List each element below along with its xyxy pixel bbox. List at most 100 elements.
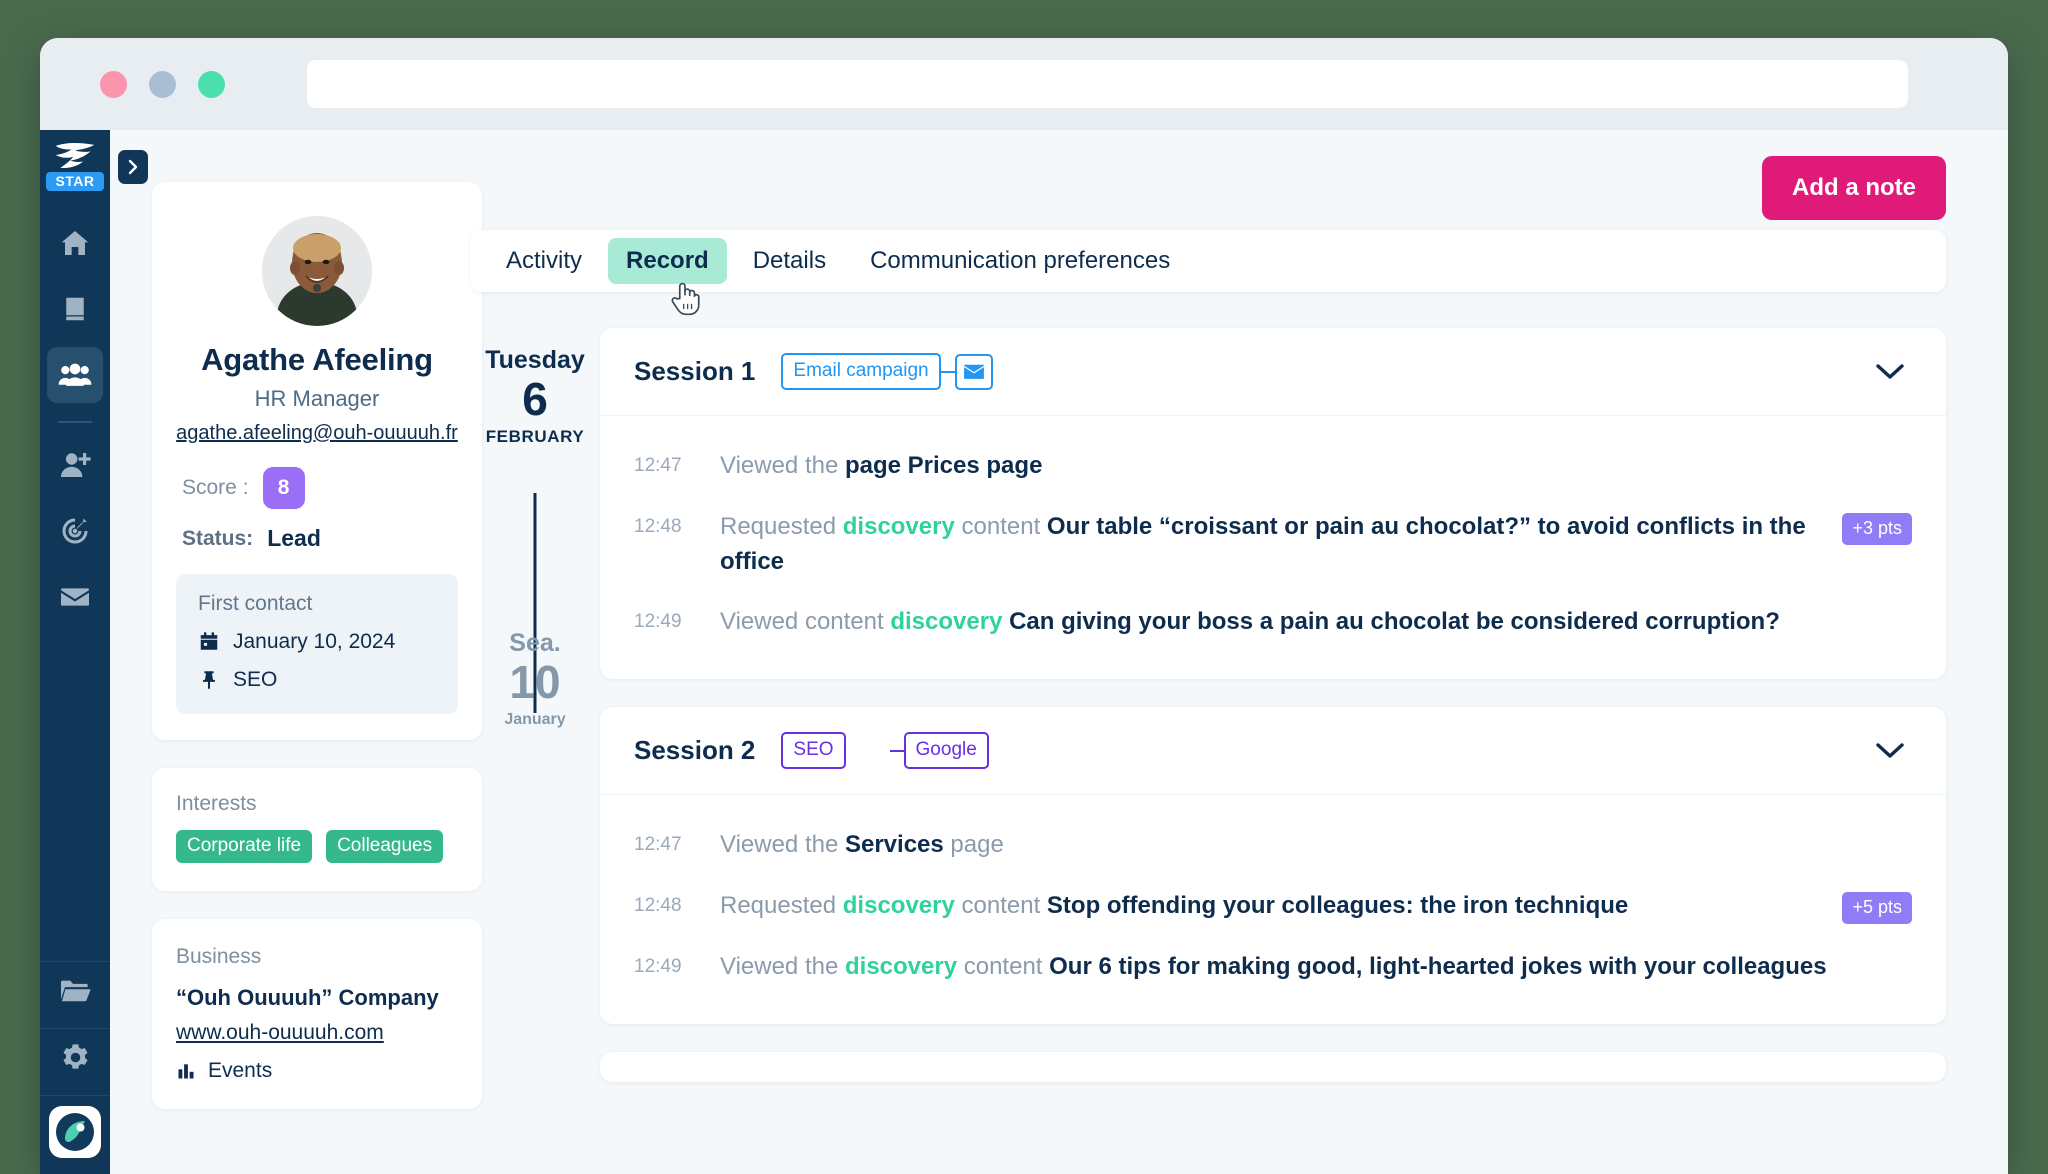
session-source-chip[interactable]: SEO <box>781 732 846 770</box>
session-header: Session 2 SEO Google <box>600 707 1946 796</box>
event-time: 12:47 <box>634 834 682 856</box>
event-text-part: discovery <box>842 512 955 540</box>
timeline-weekday: Tuesday <box>485 346 585 374</box>
first-contact-source-row: SEO <box>198 668 436 692</box>
sessions-list: Session 1 Email campaign 12:47 Viewed th… <box>600 328 1946 1174</box>
timeline-day: 10 <box>509 656 561 709</box>
event-text: Requested discovery content Our table “c… <box>720 510 1824 580</box>
timeline-weekday: Sea. <box>509 629 561 658</box>
event-row: 12:47 Viewed the Services page <box>634 815 1912 876</box>
address-bar[interactable] <box>307 60 1908 108</box>
session-source-group: SEO Google <box>781 732 989 770</box>
close-window-button[interactable] <box>100 70 127 98</box>
session-expand-toggle[interactable] <box>1868 729 1912 773</box>
timeline-date: Sea. 10 January <box>470 629 600 728</box>
event-text-part: Stop offending your colleagues: the iron… <box>1046 891 1629 919</box>
session-expand-toggle[interactable] <box>1868 350 1912 394</box>
profile-email-link[interactable]: agathe.afeeling@ouh-ouuuuh.fr <box>176 422 458 445</box>
event-time: 12:49 <box>634 955 682 977</box>
maximize-window-button[interactable] <box>198 70 225 98</box>
event-text-part: Viewed the <box>720 452 845 479</box>
first-contact-date: January 10, 2024 <box>233 630 396 653</box>
session-card-partial[interactable] <box>600 1051 1946 1082</box>
business-sector-row: Events <box>176 1059 458 1083</box>
event-text: Viewed content discovery Can giving your… <box>720 605 1912 640</box>
chart-icon <box>178 1064 194 1079</box>
avatar-photo <box>262 216 372 326</box>
status-label: Status: <box>182 526 254 550</box>
contacts-icon <box>58 363 92 386</box>
status-row: Status: Lead <box>176 525 458 552</box>
first-contact-date-row: January 10, 2024 <box>198 630 436 654</box>
tab-record[interactable]: Record <box>608 238 727 284</box>
avatar <box>262 216 372 326</box>
timeline-month: January <box>504 710 566 728</box>
status-value: Lead <box>267 525 321 551</box>
event-text-part: page Prices page <box>844 452 1043 479</box>
record-column: Add a note Activity Record Details Commu… <box>440 130 2008 1174</box>
chevron-right-icon <box>128 159 137 175</box>
business-sector: Events <box>208 1059 273 1082</box>
event-points-badge: +5 pts <box>1842 891 1912 924</box>
event-text-part: discovery <box>842 891 955 919</box>
session-source-chip[interactable]: Email campaign <box>781 353 941 390</box>
interest-tag[interactable]: Corporate life <box>176 830 313 863</box>
sidebar-item-add-contact[interactable] <box>47 437 103 493</box>
session-channel-chip[interactable]: Google <box>903 732 989 770</box>
score-row: Score : 8 <box>176 467 458 509</box>
sidebar-item-library[interactable] <box>47 281 103 337</box>
app-logo[interactable]: STAR <box>46 140 104 191</box>
app-body: STAR Agathe Afeeling HR Manager agathe.a… <box>40 130 2008 1174</box>
tab-communication-preferences[interactable]: Communication preferences <box>852 238 1188 284</box>
target-icon <box>62 518 88 544</box>
event-text-part: Services <box>844 831 944 859</box>
sidebar-divider <box>58 421 92 423</box>
event-row: 12:49 Viewed the discovery content Our 6… <box>634 937 1912 998</box>
event-row: 12:48 Requested discovery content Our ta… <box>634 497 1912 593</box>
event-text: Viewed the page Prices page <box>720 449 1912 484</box>
logo-bird-icon <box>55 142 95 169</box>
business-website-link[interactable]: www.ouh-ouuuuh.com <box>176 1021 384 1045</box>
profile-card: Agathe Afeeling HR Manager agathe.afeeli… <box>152 182 482 740</box>
envelope-icon <box>963 364 984 379</box>
home-icon <box>61 231 89 255</box>
tab-details[interactable]: Details <box>735 238 844 284</box>
sidebar-item-settings[interactable] <box>47 1029 103 1085</box>
session-source-group: Email campaign <box>781 353 993 390</box>
tab-activity[interactable]: Activity <box>488 238 600 284</box>
event-row: 12:48 Requested discovery content Stop o… <box>634 876 1912 937</box>
avatar-logo-icon <box>56 1113 94 1151</box>
interests-card: Interests Corporate life Colleagues <box>152 768 482 891</box>
event-text-part: content <box>954 512 1047 540</box>
event-text-part: discovery <box>890 608 1003 636</box>
sidebar-rail: STAR <box>40 130 148 1174</box>
status-badge: 8 <box>262 467 305 509</box>
sidebar-item-home[interactable] <box>47 215 103 271</box>
event-text-part: content <box>957 952 1050 980</box>
minimize-window-button[interactable] <box>149 70 176 98</box>
event-text-part: Our 6 tips for making good, light-hearte… <box>1049 952 1827 980</box>
business-company: “Ouh Ouuuuh” Company <box>176 985 439 1010</box>
sidebar-item-emails[interactable] <box>47 569 103 625</box>
event-text-part: Can giving your boss a pain au chocolat … <box>1002 608 1780 636</box>
event-text-part: discovery <box>844 952 958 980</box>
event-text-part: Viewed the <box>720 952 845 980</box>
book-icon <box>66 297 84 321</box>
sidebar-item-files[interactable] <box>47 962 103 1018</box>
event-text: Requested discovery content Stop offendi… <box>720 889 1824 924</box>
sidebar-collapse-button[interactable] <box>118 150 148 184</box>
session-channel-icon-button[interactable] <box>954 353 993 390</box>
first-contact-source: SEO <box>233 668 278 691</box>
folder-icon <box>61 980 91 1002</box>
account-avatar[interactable] <box>49 1106 101 1158</box>
event-text-part: Requested <box>720 891 843 919</box>
sidebar-item-campaigns[interactable] <box>47 503 103 559</box>
gear-icon <box>62 1043 88 1069</box>
timeline-dates: Tuesday 6 FEBRUARY Sea. 10 January <box>470 328 600 1174</box>
interest-tag[interactable]: Colleagues <box>326 830 444 863</box>
add-note-button[interactable]: Add a note <box>1762 156 1946 220</box>
window-titlebar <box>40 38 2008 130</box>
sidebar-item-contacts[interactable] <box>47 347 103 403</box>
envelope-icon <box>61 588 89 606</box>
business-card: Business “Ouh Ouuuuh” Company www.ouh-ou… <box>152 919 482 1109</box>
